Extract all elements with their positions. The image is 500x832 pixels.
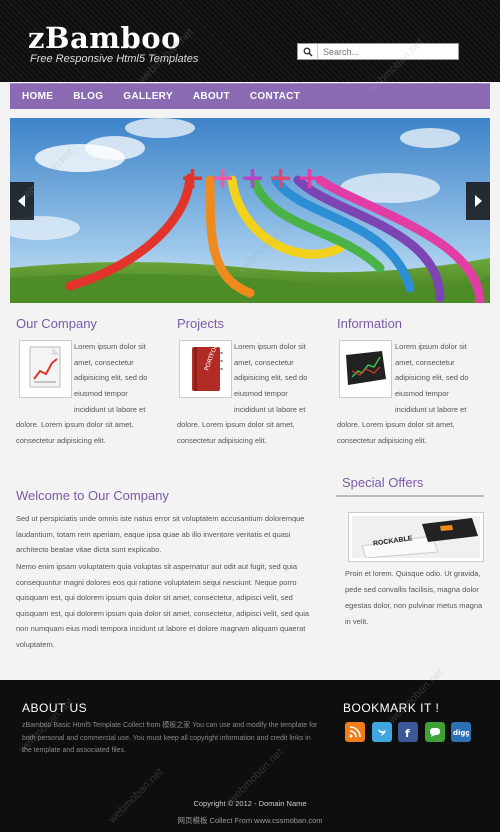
welcome-title: Welcome to Our Company <box>16 488 169 503</box>
svg-text:+: + <box>210 161 235 196</box>
arrow-right-icon <box>475 195 482 207</box>
offers-title: Special Offers <box>342 475 424 490</box>
svg-text:digg: digg <box>453 729 469 737</box>
search-input[interactable] <box>318 44 456 59</box>
svg-text:+: + <box>297 161 322 196</box>
offers-divider <box>336 495 484 497</box>
arrow-left-icon <box>18 195 25 207</box>
column-title-information: Information <box>337 316 403 331</box>
svg-text:+: + <box>268 161 293 196</box>
main-nav: HOME BLOG GALLERY ABOUT CONTACT <box>10 83 490 109</box>
column-text-information-bottom: dolore. Lorem ipsum dolor sit amet, cons… <box>337 420 455 445</box>
monitor-chart-icon <box>339 340 392 398</box>
site-header: zBamboo Free Responsive Html5 Templates <box>0 0 500 82</box>
welcome-paragraph-2: Nemo enim ipsam voluptatem quia voluptas… <box>16 562 310 649</box>
rss-icon[interactable] <box>345 722 365 742</box>
search-box[interactable] <box>297 43 459 60</box>
nav-gallery[interactable]: GALLERY <box>123 91 173 102</box>
svg-text:+: + <box>240 161 265 196</box>
nav-blog[interactable]: BLOG <box>73 91 103 102</box>
offers-image[interactable]: ROCKABLE <box>348 512 484 562</box>
column-text-projects-bottom: dolore. Lorem ipsum dolor sit amet, cons… <box>177 420 295 445</box>
slider-next-button[interactable] <box>466 182 490 220</box>
facebook-icon[interactable]: f <box>398 722 418 742</box>
svg-text:+: + <box>180 161 205 196</box>
nav-about[interactable]: ABOUT <box>193 91 230 102</box>
slider-image: + + + + + <box>10 118 490 303</box>
site-tagline: Free Responsive Html5 Templates <box>30 53 199 65</box>
column-text-company-bottom: dolore. Lorem ipsum dolor sit amet, cons… <box>16 420 134 445</box>
footer-copyright: Copyright © 2012 - Domain Name <box>193 799 307 808</box>
welcome-paragraph-1: Sed ut perspiciatis unde omnis iste natu… <box>16 514 305 554</box>
share-icon[interactable] <box>425 722 445 742</box>
footer-about-text: zBamboo Basic Html5 Template Collect fro… <box>22 722 318 754</box>
offers-text: Proin et lorem. Quisque odio. Ut gravida… <box>345 569 483 626</box>
svg-text:f: f <box>405 727 410 738</box>
column-text-company: Lorem ipsum dolor sit amet, consectetur … <box>74 342 148 414</box>
slider-prev-button[interactable] <box>10 182 34 220</box>
portfolio-book-icon: PORTFOLIO <box>179 337 232 398</box>
nav-contact[interactable]: CONTACT <box>250 91 300 102</box>
column-title-projects: Projects <box>177 316 224 331</box>
hero-slider[interactable]: + + + + + <box>10 118 490 303</box>
column-text-projects: Lorem ipsum dolor sit amet, consectetur … <box>234 342 308 414</box>
footer-about-title: ABOUT US <box>22 701 88 715</box>
twitter-icon[interactable] <box>372 722 392 742</box>
search-icon[interactable] <box>298 44 318 59</box>
nav-home[interactable]: HOME <box>22 91 53 102</box>
site-logo[interactable]: zBamboo <box>28 22 181 54</box>
digg-icon[interactable]: digg <box>451 722 471 742</box>
footer-collect[interactable]: 网页模板 Collect From www.cssmoban.com <box>0 815 500 826</box>
footer-bookmark-title: BOOKMARK IT ! <box>343 701 440 715</box>
chart-document-icon <box>19 340 72 398</box>
column-text-information: Lorem ipsum dolor sit amet, consectetur … <box>395 342 469 414</box>
column-title-company: Our Company <box>16 316 97 331</box>
